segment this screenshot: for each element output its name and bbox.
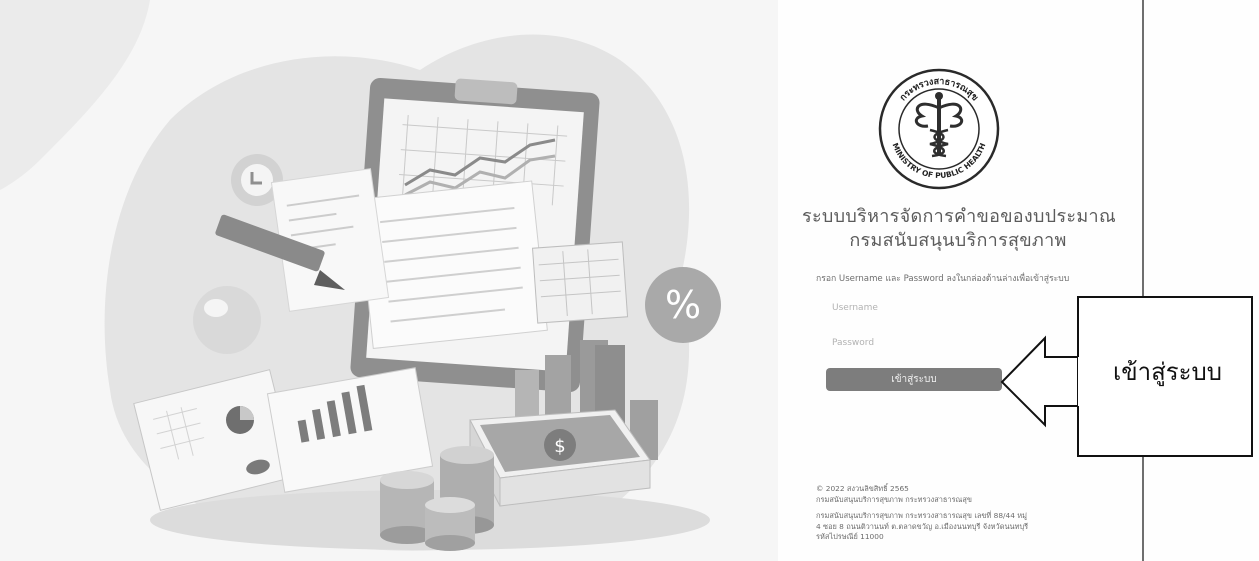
percent-symbol: % — [665, 283, 701, 327]
dollar-symbol: $ — [554, 436, 565, 457]
report-sheet — [357, 180, 548, 350]
system-title: ระบบบริหารจัดการคำขอของบประมาณ กรมสนับสน… — [802, 205, 1116, 253]
login-panel: กระทรวงสาธารณสุข MINISTRY OF PUBLIC HEAL… — [782, 0, 1144, 561]
money-stack: $ — [469, 409, 651, 507]
table-card — [531, 241, 629, 324]
address-line2: 4 ซอย 8 ถนนติวานนท์ ต.ตลาดขวัญ อ.เมืองนน… — [816, 521, 1029, 531]
bg-blob-left — [0, 0, 150, 190]
login-instruction: กรอก Username และ Password ลงในกล่องด้าน… — [816, 274, 1070, 284]
footer-copyright: © 2022 สงวนลิขสิทธิ์ 2565 กรมสนับสนุนบริ… — [816, 484, 1126, 505]
ministry-logo: กระทรวงสาธารณสุข MINISTRY OF PUBLIC HEAL… — [878, 68, 1000, 190]
address-line1: กรมสนับสนุนบริการสุขภาพ กระทรวงสาธารณสุข… — [816, 511, 1028, 520]
footer: © 2022 สงวนลิขสิทธิ์ 2565 กรมสนับสนุนบริ… — [816, 484, 1126, 549]
copyright-line2: กรมสนับสนุนบริการสุขภาพ กระทรวงสาธารณสุข — [816, 494, 972, 504]
finance-illustration: % $ — [0, 0, 721, 551]
login-page: % $ กระทรวงสาธารณสุข MINISTRY OF PUBLIC … — [0, 0, 1259, 561]
system-title-line2: กรมสนับสนุนบริการสุขภาพ — [849, 230, 1067, 251]
copyright-line1: © 2022 สงวนลิขสิทธิ์ 2565 — [816, 484, 909, 493]
login-button[interactable]: เข้าสู่ระบบ — [826, 368, 1002, 391]
system-title-line1: ระบบบริหารจัดการคำขอของบประมาณ — [802, 206, 1116, 227]
password-input[interactable] — [826, 332, 1026, 354]
clipboard-clip — [454, 78, 518, 105]
annotation-label: เข้าสู่ระบบ — [1113, 358, 1222, 386]
sphere-decoration — [193, 286, 261, 354]
footer-address: กรมสนับสนุนบริการสุขภาพ กระทรวงสาธารณสุข… — [816, 511, 1126, 543]
hero-illustration: % $ — [0, 0, 778, 561]
address-line3: รหัสไปรษณีย์ 11000 — [816, 532, 884, 541]
username-input[interactable] — [826, 297, 1026, 319]
